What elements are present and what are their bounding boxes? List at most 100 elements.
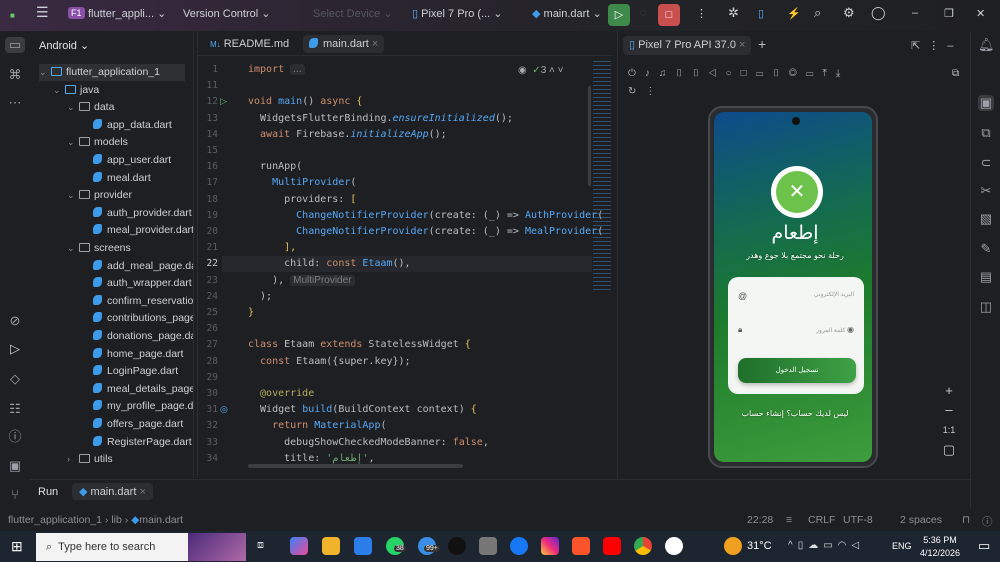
close-button[interactable]: ✕ <box>976 7 985 20</box>
email-field[interactable]: البريد الإلكتروني @ <box>738 291 854 309</box>
weather-icon[interactable] <box>724 537 742 555</box>
chevron-down-icon[interactable]: ⌄ <box>67 99 79 116</box>
brave-icon[interactable] <box>572 537 590 555</box>
tree-file[interactable]: confirm_reservation <box>81 293 193 310</box>
weather-temp[interactable]: 31°C <box>747 540 772 552</box>
indent-setting[interactable]: 2 spaces <box>900 514 942 526</box>
chevron-down-icon[interactable]: ⌄ <box>67 134 79 151</box>
tree-file[interactable]: app_user.dart <box>81 152 171 169</box>
login-button[interactable]: تسجيل الدخول <box>738 358 856 383</box>
tree-folder[interactable]: › utils <box>67 451 113 468</box>
device-select[interactable]: Select Device ⌄ <box>313 7 393 20</box>
terminal-icon[interactable]: ▣ <box>7 458 23 474</box>
gimp-icon[interactable] <box>479 537 497 555</box>
project-tool-icon[interactable]: ▭ <box>5 37 25 53</box>
tree-folder[interactable]: ⌄ java <box>53 82 99 99</box>
main-menu-icon[interactable]: ☰ <box>36 4 49 21</box>
emulator-toolbar[interactable]: ⏻♪♫▯▯◁○□▭▯◎▭⤒⤓ <box>628 68 849 79</box>
run-button[interactable]: ▷ <box>608 4 630 26</box>
emulator-toolbar-2[interactable]: ↻⋮ <box>628 86 664 97</box>
caret-position[interactable]: 22:28 <box>747 514 773 526</box>
run-config[interactable]: ◆ main.dart ⌄ <box>532 7 602 20</box>
chevron-down-icon[interactable]: ⌄ <box>53 82 65 99</box>
tree-file[interactable]: home_page.dart <box>81 346 183 363</box>
stop-button[interactable]: □ <box>658 4 680 26</box>
device-selector[interactable]: ▯ Pixel 7 Pro (... ⌄ <box>412 7 502 20</box>
windows-start-icon[interactable]: ⊞ <box>11 538 23 555</box>
horizontal-scrollbar[interactable] <box>248 464 463 468</box>
tree-file[interactable]: RegisterPage.dart <box>81 434 192 451</box>
task-view-icon[interactable]: ⧈ <box>257 539 264 552</box>
tree-folder[interactable]: ⌄ screens <box>67 240 131 257</box>
copilot-icon[interactable] <box>290 537 308 555</box>
hot-reload-icon[interactable]: ⚡ <box>787 7 801 20</box>
project-view-selector[interactable]: Android ⌄ <box>39 39 89 52</box>
problems-icon[interactable]: ⓘ <box>7 429 23 445</box>
tree-folder[interactable]: ⌄ provider <box>67 187 132 204</box>
tree-file[interactable]: meal_details_page. <box>81 381 193 398</box>
run-tab-main-dart[interactable]: ◆ main.dart × <box>72 483 153 500</box>
panel-actions[interactable]: ⇱⋮– <box>911 39 961 52</box>
tree-file[interactable]: offers_page.dart <box>81 416 183 433</box>
line-separator[interactable]: CRLF <box>808 514 835 526</box>
phone-screen[interactable]: ✕ إطعام رحلة نحو مجتمع بلا جوع وهدر البر… <box>714 112 872 462</box>
device-manager-icon[interactable]: ▯ <box>758 7 764 20</box>
tab-readme[interactable]: M↓ README.md <box>204 35 295 53</box>
zoom-ratio[interactable]: 1:1 <box>943 425 956 435</box>
inspection-widget[interactable]: ◉ ✓3 ˄ ˅ <box>518 65 564 76</box>
vertical-scrollbar[interactable] <box>588 86 591 186</box>
chrome-icon[interactable] <box>634 537 652 555</box>
close-tab-icon[interactable]: × <box>139 486 145 498</box>
app-quality-icon[interactable]: ⊘ <box>7 313 23 329</box>
inspector-icon[interactable]: ▤ <box>978 269 994 285</box>
logcat-icon[interactable]: ☷ <box>7 401 23 417</box>
visibility-icon[interactable]: ◉ <box>847 325 854 334</box>
minimap[interactable] <box>593 61 611 291</box>
tree-file[interactable]: auth_wrapper.dart <box>81 275 192 292</box>
restore-button[interactable]: ❐ <box>944 7 954 20</box>
tree-file[interactable]: contributions_page <box>81 310 193 327</box>
debug-icon[interactable]: ✲ <box>728 5 739 21</box>
add-device-icon[interactable]: + <box>758 36 766 52</box>
device-mirror-icon[interactable]: ⧉ <box>978 125 994 141</box>
breadcrumb-file[interactable]: main.dart <box>139 514 183 526</box>
whatsapp-icon[interactable]: 38 <box>386 537 406 555</box>
tree-folder[interactable]: ⌄ data <box>67 99 114 116</box>
override-gutter-icon[interactable]: ◎ <box>220 404 228 415</box>
system-tray-icons[interactable]: ^▯☁▭◠◁ <box>788 540 864 551</box>
tab-main-dart[interactable]: main.dart × <box>303 35 385 53</box>
tree-file[interactable]: meal.dart <box>81 170 151 187</box>
lock-icon[interactable]: ⊓ <box>962 514 970 526</box>
chevron-down-icon[interactable]: ⌄ <box>67 240 79 257</box>
password-field[interactable]: ◉ كلمة المرور 🔒︎ <box>738 325 854 343</box>
settings-icon[interactable]: ⚙ <box>843 5 855 21</box>
more-tools-icon[interactable]: ⋯ <box>7 95 23 111</box>
chevron-down-icon[interactable]: ⌄ <box>67 187 79 204</box>
run-tool-icon[interactable]: ▷ <box>7 341 23 357</box>
tiktok-icon[interactable] <box>448 537 466 555</box>
tab-emulator[interactable]: ▯ Pixel 7 Pro API 37.0 × <box>623 36 752 55</box>
youtube-icon[interactable] <box>603 537 621 555</box>
tree-file[interactable]: my_profile_page.da <box>81 398 193 415</box>
running-devices-icon[interactable]: ▣ <box>978 95 994 111</box>
memory-icon[interactable]: ⓘ <box>982 514 993 529</box>
tree-file[interactable]: donations_page.da <box>81 328 193 345</box>
search-icon[interactable]: ⌕ <box>814 5 821 21</box>
clock[interactable]: 5:36 PM 4/12/2026 <box>920 534 960 560</box>
android-studio-icon[interactable] <box>665 537 683 555</box>
tree-file[interactable]: auth_provider.dart <box>81 205 192 222</box>
close-tab-icon[interactable]: × <box>372 38 378 50</box>
vcs-menu[interactable]: Version Control ⌄ <box>183 7 271 20</box>
tree-file[interactable]: app_data.dart <box>81 117 172 134</box>
file-encoding[interactable]: UTF-8 <box>843 514 873 526</box>
signup-link[interactable]: ليس لديك حساب؟ إنشاء حساب <box>718 409 872 419</box>
notifications-icon[interactable]: 🔔︎ <box>978 37 995 53</box>
tools-icon[interactable]: ✂ <box>978 183 994 199</box>
tree-file[interactable]: meal_provider.dart <box>81 222 193 239</box>
tree-folder[interactable]: ⌄ flutter_application_1 <box>39 64 185 81</box>
instagram-icon[interactable] <box>541 537 559 555</box>
telegram-icon[interactable]: 99+ <box>418 537 440 555</box>
structure-icon[interactable]: ⌘ <box>7 67 23 83</box>
close-tab-icon[interactable]: × <box>739 39 745 51</box>
tree-file[interactable]: LoginPage.dart <box>81 363 178 380</box>
